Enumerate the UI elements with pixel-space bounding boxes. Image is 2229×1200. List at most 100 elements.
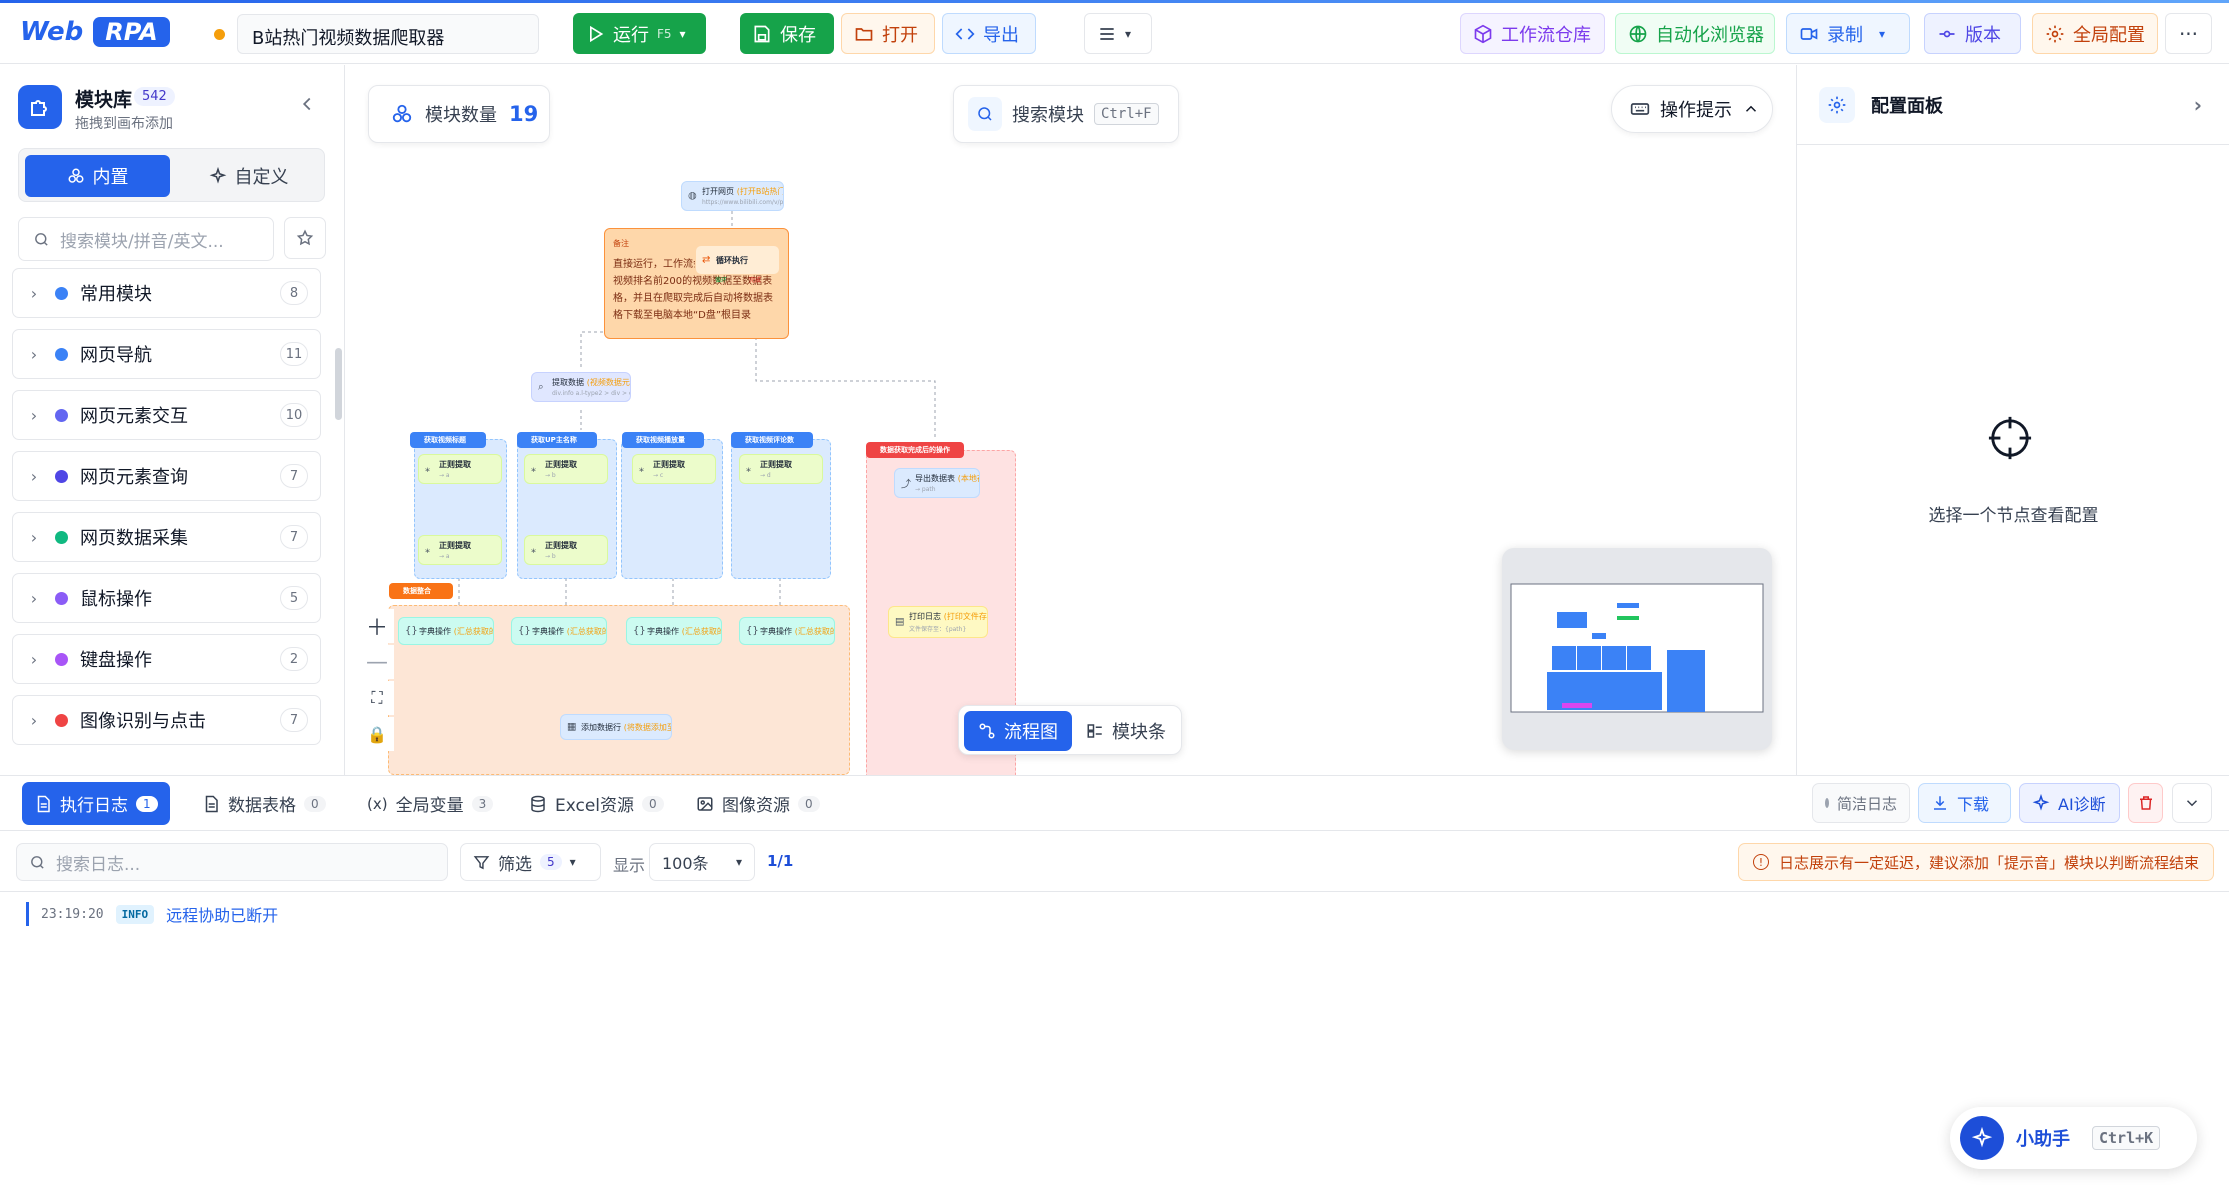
node-add-row[interactable]: ▦ 添加数据行 (将数据添加至数据表格) bbox=[560, 714, 672, 740]
simple-log-toggle[interactable]: 简洁日志 bbox=[1812, 783, 1910, 823]
assistant-button[interactable]: 小助手 Ctrl+K bbox=[1950, 1107, 2197, 1169]
search-icon bbox=[31, 855, 44, 869]
dict-title: 字典操作 bbox=[419, 626, 451, 636]
workflow-canvas[interactable]: 获取视频标题 获取UP主名称 获取视频播放量 获取视频评论数 数据获取完成后的操… bbox=[346, 65, 1795, 775]
more-icon: ··· bbox=[2178, 21, 2199, 46]
category-item[interactable]: › 网页元素交互 10 bbox=[12, 390, 321, 440]
chevron-down-icon: ▾ bbox=[569, 855, 576, 869]
category-dot bbox=[55, 530, 68, 544]
library-tab-switch: 内置 自定义 bbox=[18, 148, 325, 202]
node-open-page-url: https://www.bilibili.com/v/pop... bbox=[702, 199, 784, 206]
category-item[interactable]: › 网页元素查询 7 bbox=[12, 451, 321, 501]
view-blocks-button[interactable]: 模块条 bbox=[1076, 711, 1176, 751]
assistant-label: 小助手 bbox=[2016, 1129, 2070, 1150]
tab-builtin[interactable]: 内置 bbox=[25, 155, 170, 197]
global-config-button[interactable]: 全局配置 bbox=[2032, 13, 2158, 54]
node-export-table[interactable]: ⤴ 导出数据表 (本地存储) → path bbox=[894, 468, 980, 498]
record-button[interactable]: 录制 ▾ bbox=[1786, 13, 1910, 54]
search-icon bbox=[968, 97, 1002, 131]
filter-button[interactable]: 筛选 5 ▾ bbox=[460, 843, 601, 881]
zoom-in-button[interactable]: ＋ bbox=[360, 609, 394, 643]
fit-view-button[interactable]: ⛶ bbox=[360, 681, 394, 715]
node-regex-4[interactable]: ⁎ 正则提取 → d bbox=[739, 454, 823, 484]
node-regex-6[interactable]: ⁎ 正则提取 → b bbox=[524, 535, 608, 565]
ai-diagnose-button[interactable]: AI诊断 bbox=[2019, 783, 2120, 823]
category-count: 7 bbox=[280, 525, 308, 549]
menu-button[interactable]: ▾ bbox=[1084, 13, 1152, 54]
chevron-down-icon: ▾ bbox=[1125, 26, 1132, 41]
record-label: 录制 bbox=[1827, 24, 1863, 46]
bottom-tabs: 执行日志 1 数据表格 0 (x) 全局变量 3 Excel资源 0 图像资源 … bbox=[0, 776, 2229, 831]
module-search-input[interactable]: 搜索模块/拼音/英文... bbox=[18, 217, 274, 261]
workflow-repo-button[interactable]: 工作流仓库 bbox=[1460, 13, 1605, 54]
node-regex-1[interactable]: ⁎ 正则提取 → a bbox=[418, 454, 502, 484]
category-count: 11 bbox=[280, 342, 308, 366]
workflow-name-input[interactable]: B站热门视频数据爬取器 bbox=[237, 14, 539, 54]
node-dict-4[interactable]: {}字典操作 (汇总获取的数据) bbox=[739, 617, 835, 645]
node-regex-3[interactable]: ⁎ 正则提取 → c bbox=[632, 454, 716, 484]
node-loop[interactable]: ⇄ 循环执行 bbox=[695, 245, 780, 275]
node-dict-2[interactable]: {}字典操作 (汇总获取的数据) bbox=[511, 617, 607, 645]
log-delay-warning: ! 日志展示有一定延迟，建议添加「提示音」模块以判断流程结束 bbox=[1738, 843, 2214, 881]
more-button[interactable]: ··· bbox=[2165, 13, 2212, 54]
run-button[interactable]: 运行 F5 ▾ bbox=[573, 13, 706, 54]
minimap[interactable] bbox=[1502, 548, 1772, 750]
category-item[interactable]: › 键盘操作 2 bbox=[12, 634, 321, 684]
tab-excel[interactable]: Excel资源 0 bbox=[517, 782, 676, 825]
open-button[interactable]: 打开 bbox=[841, 13, 935, 54]
group-video-title-header[interactable]: 获取视频标题 bbox=[410, 432, 486, 448]
node-regex-5[interactable]: ⁎ 正则提取 → a bbox=[418, 535, 502, 565]
category-item[interactable]: › 图像识别与点击 7 bbox=[12, 695, 321, 745]
export-table-tag: (本地存储) bbox=[957, 474, 979, 483]
category-item[interactable]: › 鼠标操作 5 bbox=[12, 573, 321, 623]
group-play-count-header[interactable]: 获取视频播放量 bbox=[622, 432, 704, 448]
tab-global-vars[interactable]: (x) 全局变量 3 bbox=[355, 782, 505, 825]
node-dict-3[interactable]: {}字典操作 (汇总获取的数据) bbox=[626, 617, 722, 645]
node-print-log[interactable]: ▤ 打印日志 (打印文件存储路径) 文件保存至：{path} bbox=[888, 606, 988, 638]
category-count: 7 bbox=[280, 464, 308, 488]
node-open-page[interactable]: ◍ 打开网页 (打开B站热门页) https://www.bilibili.co… bbox=[681, 181, 784, 211]
collapse-panel-button[interactable] bbox=[2172, 783, 2212, 823]
bottom-panel: 执行日志 1 数据表格 0 (x) 全局变量 3 Excel资源 0 图像资源 … bbox=[0, 775, 2229, 1200]
clear-log-button[interactable] bbox=[2128, 783, 2163, 823]
regex-output: → a bbox=[439, 553, 450, 560]
category-item[interactable]: › 网页数据采集 7 bbox=[12, 512, 321, 562]
tab-execution-log[interactable]: 执行日志 1 bbox=[22, 782, 170, 825]
download-log-button[interactable]: 下载 bbox=[1918, 783, 2011, 823]
category-item[interactable]: › 常用模块 8 bbox=[12, 268, 321, 318]
tab-data-table[interactable]: 数据表格 0 bbox=[190, 782, 338, 825]
group-merge-header[interactable]: 数据整合 bbox=[389, 583, 453, 599]
view-flow-button[interactable]: 流程图 bbox=[964, 711, 1072, 751]
node-dict-1[interactable]: {}字典操作 (汇总获取的数据) bbox=[398, 617, 494, 645]
export-button[interactable]: 导出 bbox=[942, 13, 1036, 54]
crosshair-icon bbox=[1988, 416, 2032, 460]
node-fetch-data[interactable]: ⌕ 提取数据 (视频数据元素) div.info a.l-type2 > div… bbox=[531, 372, 631, 402]
version-button[interactable]: 版本 bbox=[1924, 13, 2021, 54]
sparkle-icon bbox=[2032, 794, 2050, 811]
page-size-select[interactable]: 100条 ▾ bbox=[649, 843, 755, 881]
tab-image-resources[interactable]: 图像资源 0 bbox=[684, 782, 832, 825]
category-label: 网页元素查询 bbox=[80, 467, 188, 488]
group-up-name-header[interactable]: 获取UP主名称 bbox=[517, 432, 597, 448]
lock-button[interactable]: 🔒 bbox=[360, 717, 394, 751]
node-fetch-title: 提取数据 bbox=[552, 378, 584, 387]
log-search-input[interactable]: 搜索日志... bbox=[16, 843, 448, 881]
node-regex-2[interactable]: ⁎ 正则提取 → b bbox=[524, 454, 608, 484]
save-button[interactable]: 保存 bbox=[740, 13, 834, 54]
zoom-out-button[interactable]: — bbox=[360, 645, 394, 679]
favorites-button[interactable] bbox=[284, 217, 326, 259]
toggle-dot-icon bbox=[1825, 798, 1829, 808]
chevron-right-icon[interactable]: › bbox=[2194, 93, 2202, 117]
canvas-search-button[interactable]: 搜索模块 Ctrl+F bbox=[953, 85, 1179, 143]
sidebar-scrollbar[interactable] bbox=[335, 348, 342, 420]
tab-custom[interactable]: 自定义 bbox=[176, 155, 321, 197]
operation-hint-button[interactable]: 操作提示 bbox=[1611, 85, 1773, 133]
group-comment-count-header[interactable]: 获取视频评论数 bbox=[731, 432, 813, 448]
keyboard-icon bbox=[1630, 103, 1650, 115]
group-post-process-header[interactable]: 数据获取完成后的操作 bbox=[866, 442, 964, 458]
automation-browser-button[interactable]: 自动化浏览器 bbox=[1615, 13, 1775, 54]
collapse-sidebar-button[interactable] bbox=[296, 93, 318, 115]
filter-icon bbox=[473, 855, 490, 869]
category-label: 图像识别与点击 bbox=[80, 711, 206, 732]
category-item[interactable]: › 网页导航 11 bbox=[12, 329, 321, 379]
